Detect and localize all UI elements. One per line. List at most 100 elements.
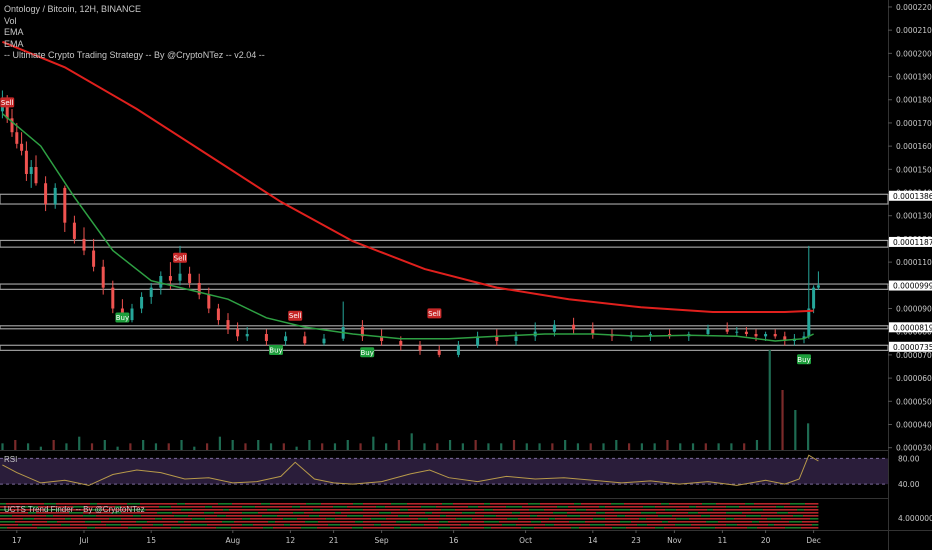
trend-stripe [776, 506, 784, 508]
trend-stripe [665, 509, 676, 511]
trend-stripe [77, 515, 83, 517]
trend-stripe [530, 515, 537, 517]
trend-stripe [386, 518, 397, 520]
rsi-tick-label: 40.00 [898, 480, 920, 489]
trend-stripe [363, 509, 372, 511]
trend-stripe [476, 521, 484, 523]
legend-strategy[interactable]: -- Ultimate Crypto Trading Strategy -- B… [4, 50, 265, 62]
trend-stripe [76, 521, 85, 523]
volume-bar [589, 443, 592, 450]
trend-stripe [774, 524, 787, 526]
trend-stripe [462, 512, 475, 514]
trend-stripe [570, 524, 582, 526]
trend-stripe [795, 512, 809, 514]
trend-stripe [717, 512, 726, 514]
candle-body [82, 238, 86, 251]
trend-stripe [277, 515, 288, 517]
trend-stripe [121, 527, 128, 529]
trend-stripe [67, 515, 77, 517]
volume-bar [653, 443, 656, 450]
rsi-tick-label: 80.00 [898, 454, 920, 463]
volume-bar [142, 440, 145, 450]
trend-stripe [332, 503, 339, 505]
trend-stripe [541, 521, 547, 523]
trend-stripe [787, 524, 796, 526]
trend-stripe [191, 524, 207, 526]
trend-finder-label[interactable]: UCTS Trend Finder -- By @CryptoNTez [4, 505, 145, 514]
trend-stripe [802, 521, 811, 523]
volume-bar [26, 443, 30, 450]
trend-stripe [663, 506, 678, 508]
trend-stripe [454, 506, 468, 508]
trend-stripe [262, 515, 277, 517]
trend-stripe [363, 527, 370, 529]
trend-stripe [305, 521, 318, 523]
trend-stripe [605, 503, 611, 505]
rsi-label[interactable]: RSI [4, 455, 17, 464]
trend-stripe [589, 515, 605, 517]
price-tick-label: 0.00016000 [896, 142, 932, 151]
trend-stripe [456, 512, 462, 514]
trend-stripe [692, 527, 700, 529]
trend-stripe [261, 503, 270, 505]
candle-body [264, 334, 268, 341]
trend-stripe [405, 524, 411, 526]
trend-stripe [352, 527, 363, 529]
trend-stripe [179, 506, 194, 508]
trend-stripe [182, 524, 191, 526]
trend-stripe [704, 512, 717, 514]
trend-stripe [617, 515, 625, 517]
trend-stripe [242, 515, 254, 517]
trend-stripe [96, 515, 105, 517]
volume-bar [500, 443, 503, 450]
price-level-label: 0.00011870 [893, 238, 932, 247]
trend-stripe [421, 506, 436, 508]
trend-stripe [157, 512, 172, 514]
trend-stripe [21, 527, 31, 529]
volume-bar [448, 440, 452, 450]
trend-stripe [446, 515, 459, 517]
trend-stripe [746, 515, 761, 517]
trend-stripe [121, 518, 129, 520]
trend-stripe [707, 509, 713, 511]
trend-stripe [171, 527, 180, 529]
trend-stripe [86, 524, 98, 526]
trend-stripe [555, 518, 568, 520]
trend-stripe [633, 512, 641, 514]
candle-body [216, 308, 220, 321]
trend-stripe [304, 512, 311, 514]
trend-stripe [545, 524, 554, 526]
trend-stripe [764, 506, 776, 508]
volume-bar [474, 440, 477, 450]
trend-stripe [531, 521, 541, 523]
trend-stripe [509, 509, 521, 511]
candle-body [418, 345, 422, 351]
trend-stripe [287, 509, 302, 511]
trend-stripe [561, 515, 567, 517]
candle-body [807, 308, 811, 337]
legend-ema-2[interactable]: EMA [4, 39, 265, 51]
price-level-label: 0.00013860 [893, 192, 932, 201]
trend-stripe [637, 524, 647, 526]
trend-stripe [784, 506, 799, 508]
trend-stripe [577, 512, 583, 514]
candle-body [188, 273, 192, 283]
trend-stripe [234, 521, 242, 523]
legend-symbol[interactable]: Ontology / Bitcoin, 12H, BINANCE [4, 4, 265, 16]
trend-stripe [666, 524, 675, 526]
trend-stripe [414, 512, 425, 514]
legend-volume[interactable]: Vol [4, 16, 265, 28]
trend-stripe [357, 506, 363, 508]
trend-stripe [95, 527, 110, 529]
trend-stripe [383, 515, 398, 517]
trend-stripe [672, 515, 682, 517]
trend-stripe [640, 515, 651, 517]
trend-stripe [739, 506, 748, 508]
trend-stripe [427, 503, 442, 505]
candle-body [812, 287, 816, 309]
trend-stripe [98, 524, 106, 526]
volume-bar [423, 443, 426, 450]
legend-ema-1[interactable]: EMA [4, 27, 265, 39]
volume-bar [640, 443, 643, 450]
trend-stripe [183, 512, 190, 514]
